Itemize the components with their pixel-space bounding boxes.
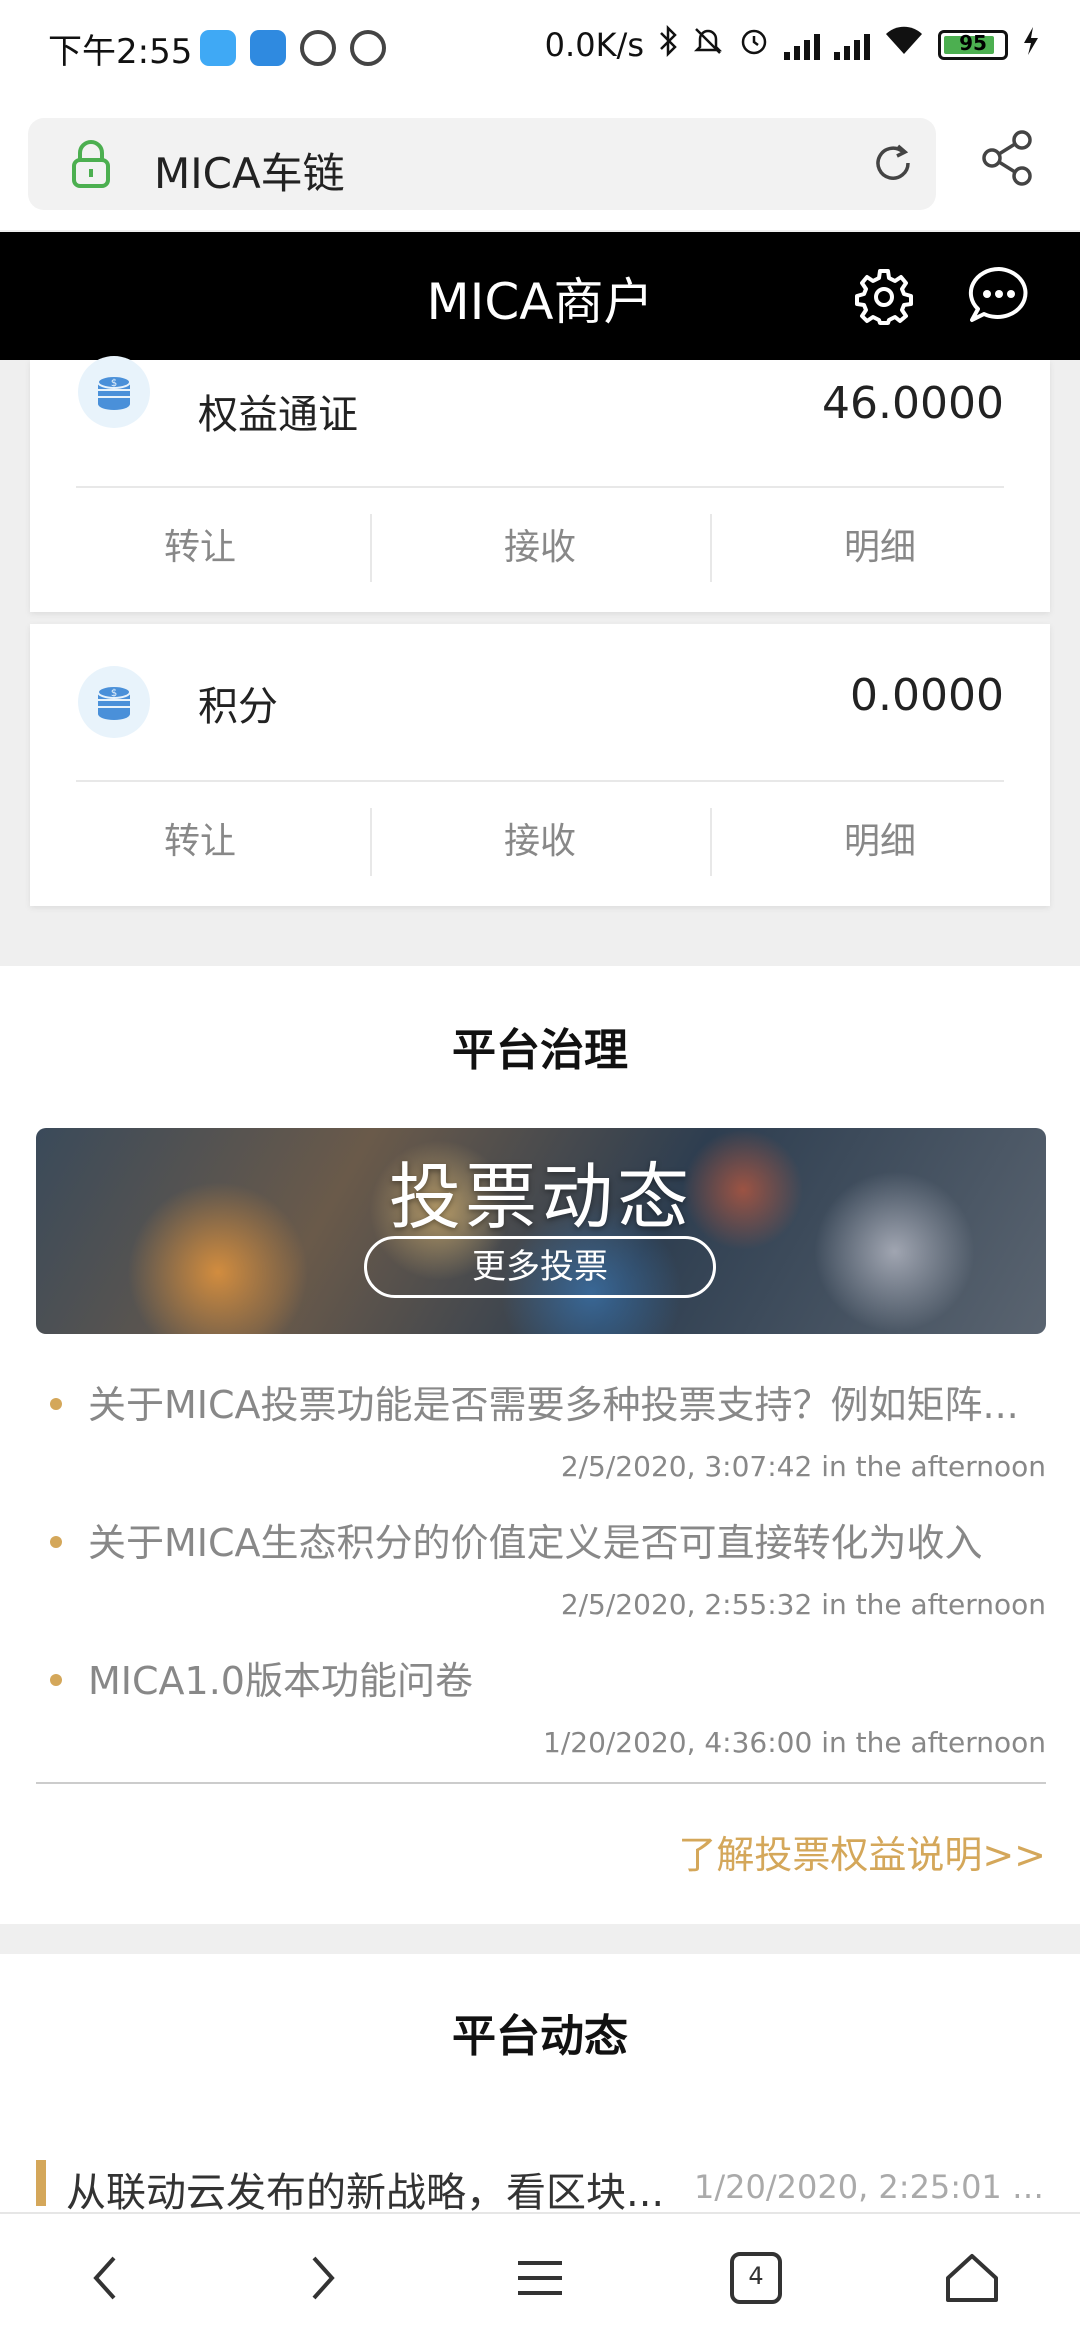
app-notification-icon xyxy=(200,30,236,66)
menu-icon[interactable] xyxy=(500,2238,580,2318)
transfer-button[interactable]: 转让 xyxy=(30,802,370,882)
network-speed: 0.0K/s xyxy=(544,26,644,64)
svg-text:$: $ xyxy=(111,688,117,699)
url-title: MICA车链 xyxy=(154,149,345,198)
mute-icon xyxy=(692,25,724,65)
vote-rights-link[interactable]: 了解投票权益说明>> xyxy=(678,1824,1046,1879)
receive-button[interactable]: 接收 xyxy=(370,802,710,882)
vote-time: 2/5/2020, 2:55:32 in the afternoon xyxy=(560,1588,1046,1621)
share-icon[interactable] xyxy=(980,128,1052,192)
tab-count: 4 xyxy=(748,2262,764,2290)
asset-value: 0.0000 xyxy=(850,670,1004,721)
vote-title: MICA1.0版本功能问卷 xyxy=(88,1659,473,1703)
vote-banner[interactable]: 投票动态 更多投票 xyxy=(36,1128,1046,1334)
app-notification-icon xyxy=(250,30,286,66)
bottom-nav: 4 xyxy=(0,2212,1080,2342)
vote-item[interactable]: MICA1.0版本功能问卷 1/20/2020, 4:36:00 in the … xyxy=(36,1650,1046,1770)
signal-icon xyxy=(784,30,820,60)
vote-title: 关于MICA投票功能是否需要多种投票支持？例如矩阵... xyxy=(88,1383,1019,1427)
status-bar: 下午2:55 0.0K/s 95 xyxy=(0,0,1080,100)
asset-actions: 转让 接收 明细 xyxy=(30,508,1050,588)
receive-button[interactable]: 接收 xyxy=(370,508,710,588)
back-icon[interactable] xyxy=(66,2238,146,2318)
details-button[interactable]: 明细 xyxy=(710,508,1050,588)
gear-icon[interactable] xyxy=(854,266,914,330)
more-votes-button[interactable]: 更多投票 xyxy=(364,1236,716,1298)
chat-icon[interactable] xyxy=(966,264,1032,330)
status-indicators: 0.0K/s 95 xyxy=(545,24,1040,66)
news-section: 平台动态 从联动云发布的新战略，看区块... 1/20/2020, 2:25:0… xyxy=(0,1954,1080,2216)
coin-stack-icon: $ xyxy=(78,666,150,738)
lock-icon xyxy=(68,140,114,192)
vote-title: 关于MICA生态积分的价值定义是否可直接转化为收入 xyxy=(88,1521,983,1565)
section-title: 平台治理 xyxy=(452,1025,628,1076)
bullet xyxy=(50,1398,62,1410)
asset-name: 积分 xyxy=(198,684,278,730)
asset-value: 46.0000 xyxy=(822,378,1004,429)
vote-time: 1/20/2020, 4:36:00 in the afternoon xyxy=(543,1726,1046,1759)
vote-item[interactable]: 关于MICA投票功能是否需要多种投票支持？例如矩阵... 2/5/2020, 3… xyxy=(36,1374,1046,1494)
banner-title: 投票动态 xyxy=(388,1155,693,1239)
vote-item[interactable]: 关于MICA生态积分的价值定义是否可直接转化为收入 2/5/2020, 2:55… xyxy=(36,1512,1046,1632)
status-app-icons xyxy=(200,30,386,66)
page-title: MICA商户 xyxy=(426,273,654,331)
app-notification-icon xyxy=(350,30,386,66)
svg-text:$: $ xyxy=(111,378,117,389)
bluetooth-icon xyxy=(658,24,678,66)
asset-name: 权益通证 xyxy=(198,392,358,438)
asset-actions: 转让 接收 明细 xyxy=(30,802,1050,882)
charging-icon xyxy=(1022,26,1040,64)
tabs-icon[interactable]: 4 xyxy=(716,2238,796,2318)
divider xyxy=(36,1782,1046,1784)
battery-level: 95 xyxy=(959,31,987,55)
bullet xyxy=(50,1674,62,1686)
vote-time: 2/5/2020, 3:07:42 in the afternoon xyxy=(560,1450,1046,1483)
reload-icon[interactable] xyxy=(868,138,918,192)
details-button[interactable]: 明细 xyxy=(710,802,1050,882)
asset-card: $ 积分 0.0000 转让 接收 明细 xyxy=(30,624,1050,906)
battery-icon: 95 xyxy=(938,30,1008,60)
asset-card: $ 权益通证 46.0000 转让 接收 明细 xyxy=(30,356,1050,612)
governance-section: 平台治理 投票动态 更多投票 关于MICA投票功能是否需要多种投票支持？例如矩阵… xyxy=(0,966,1080,1924)
news-time: 1/20/2020, 2:25:01 in... xyxy=(694,2168,1048,2206)
status-time: 下午2:55 xyxy=(48,32,193,72)
forward-icon[interactable] xyxy=(282,2238,362,2318)
app-notification-icon xyxy=(300,30,336,66)
home-icon[interactable] xyxy=(932,2238,1012,2318)
bullet xyxy=(50,1536,62,1548)
signal-icon xyxy=(834,30,870,60)
coin-stack-icon: $ xyxy=(78,356,150,428)
divider xyxy=(76,486,1004,488)
alarm-icon xyxy=(738,25,770,65)
wifi-icon xyxy=(884,26,924,64)
transfer-button[interactable]: 转让 xyxy=(30,508,370,588)
url-bar[interactable]: MICA车链 xyxy=(28,118,936,210)
news-marker xyxy=(36,2160,46,2206)
browser-bar: MICA车链 xyxy=(0,100,1080,230)
divider xyxy=(76,780,1004,782)
app-header: MICA商户 xyxy=(0,232,1080,360)
news-title[interactable]: 从联动云发布的新战略，看区块... xyxy=(66,2160,696,2218)
section-title: 平台动态 xyxy=(452,2011,628,2062)
